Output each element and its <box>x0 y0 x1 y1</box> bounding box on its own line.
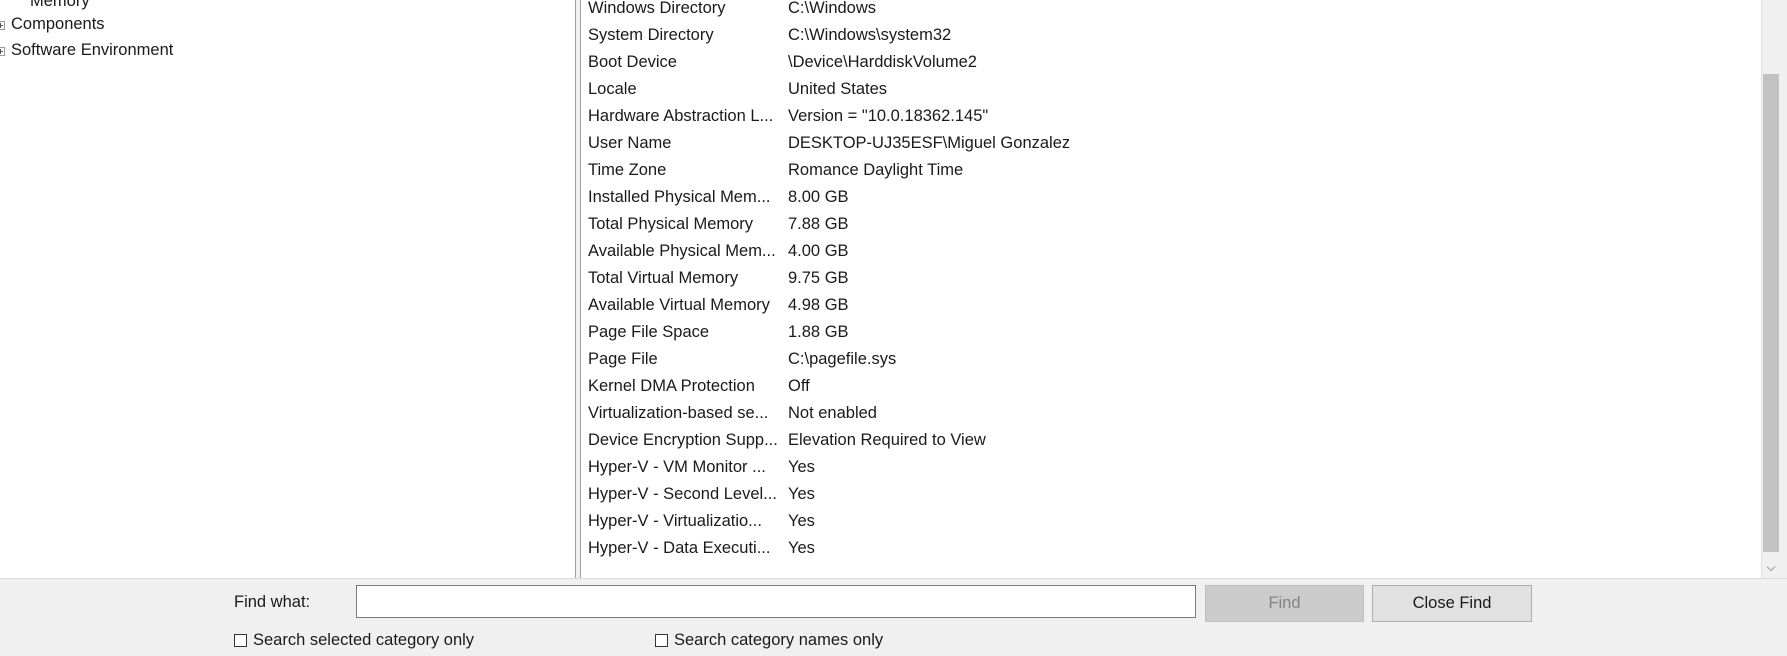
find-input[interactable] <box>356 585 1196 618</box>
chevron-down-icon[interactable]: ⌵ <box>1763 558 1779 576</box>
row-item: Total Physical Memory <box>588 215 754 233</box>
row-item: Hyper-V - VM Monitor ... <box>588 458 766 476</box>
row-value: Yes <box>788 458 815 476</box>
row-value: \Device\HarddiskVolume2 <box>788 53 977 71</box>
row-item: Installed Physical Mem... <box>588 188 771 206</box>
row-item: Boot Device <box>588 53 677 71</box>
row-item: Page File <box>588 350 658 368</box>
tree-item-memory[interactable]: Memory <box>30 0 90 12</box>
row-item: Available Physical Mem... <box>588 242 776 260</box>
row-item: Windows Directory <box>588 0 726 17</box>
find-button[interactable]: Find <box>1205 585 1364 622</box>
row-item: Hyper-V - Data Executi... <box>588 539 771 557</box>
system-summary-list[interactable]: Windows Directory C:\Windows System Direct… <box>580 0 1762 579</box>
row-value: Romance Daylight Time <box>788 161 964 179</box>
find-what-label: Find what: <box>234 593 311 611</box>
vertical-scrollbar[interactable]: ⌵ <box>1761 0 1780 578</box>
tree-item-label: Software Environment <box>11 41 174 59</box>
tree-item-label: Components <box>11 15 105 33</box>
checkbox-box[interactable] <box>234 634 247 647</box>
row-value: Yes <box>788 512 815 530</box>
row-item: Virtualization-based se... <box>588 404 769 422</box>
row-item: System Directory <box>588 26 714 44</box>
row-item: Page File Space <box>588 323 710 341</box>
row-value: DESKTOP-UJ35ESF\Miguel Gonzalez <box>788 134 1071 152</box>
checkbox-label: Search selected category only <box>253 631 475 649</box>
row-value: Off <box>788 377 810 395</box>
row-item: Hardware Abstraction L... <box>588 107 774 125</box>
row-item: User Name <box>588 134 672 152</box>
row-value: C:\pagefile.sys <box>788 350 897 368</box>
window-edge <box>1780 0 1787 655</box>
row-value: C:\Windows <box>788 0 877 17</box>
row-value: Not enabled <box>788 404 877 422</box>
checkbox-box[interactable] <box>655 634 668 647</box>
row-value: Version = "10.0.18362.145" <box>788 107 989 125</box>
row-value: 9.75 GB <box>788 269 849 287</box>
expand-icon[interactable] <box>0 47 5 56</box>
find-bar: Find what: Find Close Find Search select… <box>0 578 1787 656</box>
row-value: 1.88 GB <box>788 323 849 341</box>
row-item: Device Encryption Supp... <box>588 431 778 449</box>
row-item: Locale <box>588 80 637 98</box>
tree-item-label: Memory <box>30 0 90 10</box>
category-tree[interactable]: Memory Components Software Environment <box>0 0 576 578</box>
row-value: 4.98 GB <box>788 296 849 314</box>
row-value: C:\Windows\system32 <box>788 26 952 44</box>
row-value: Elevation Required to View <box>788 431 986 449</box>
row-value: 7.88 GB <box>788 215 849 233</box>
checkbox-label: Search category names only <box>674 631 884 649</box>
row-item: Total Virtual Memory <box>588 269 739 287</box>
row-item: Time Zone <box>588 161 667 179</box>
scrollbar-thumb[interactable] <box>1763 74 1779 552</box>
row-item: Kernel DMA Protection <box>588 377 755 395</box>
row-value: United States <box>788 80 888 98</box>
row-value: Yes <box>788 539 815 557</box>
row-value: 8.00 GB <box>788 188 849 206</box>
row-item: Hyper-V - Second Level... <box>588 485 777 503</box>
row-value: 4.00 GB <box>788 242 849 260</box>
expand-icon[interactable] <box>0 21 5 30</box>
row-item: Available Virtual Memory <box>588 296 770 314</box>
row-item: Hyper-V - Virtualizatio... <box>588 512 762 530</box>
row-value: Yes <box>788 485 815 503</box>
close-find-button[interactable]: Close Find <box>1372 585 1532 622</box>
